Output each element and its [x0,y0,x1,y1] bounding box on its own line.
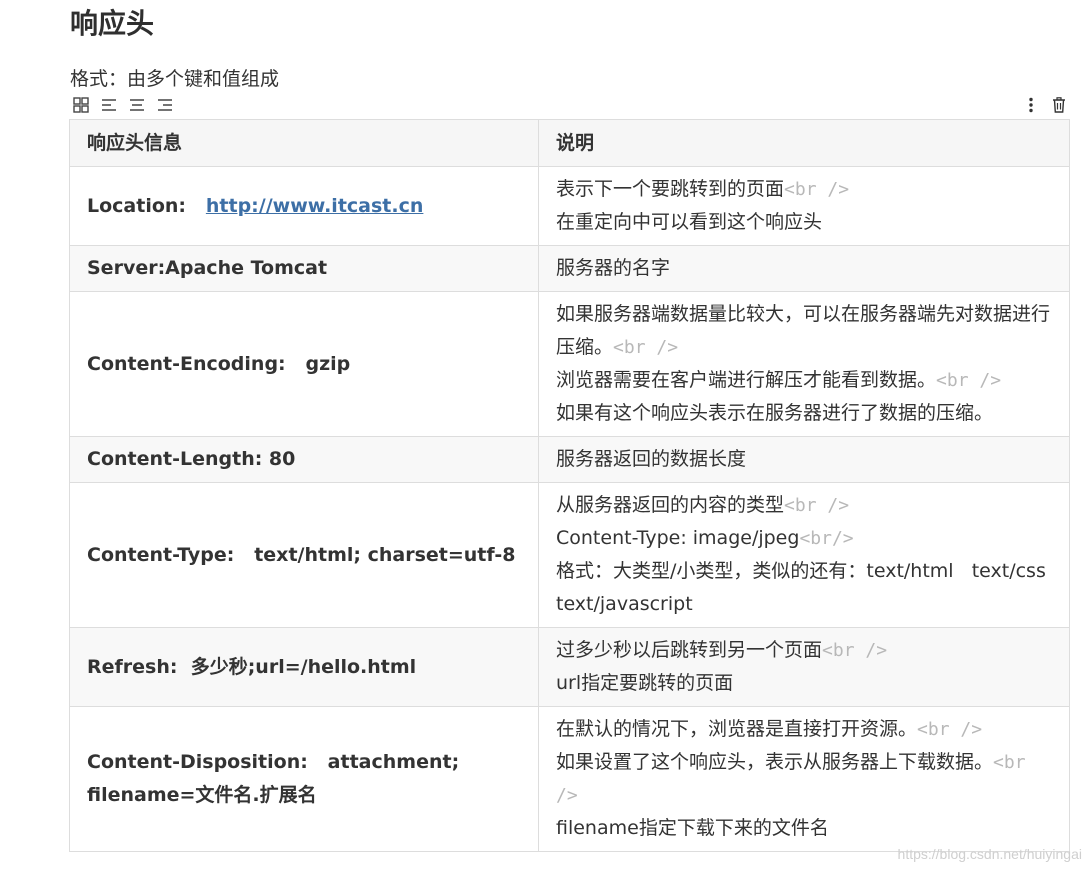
description-text: filename指定下载下来的文件名 [556,817,829,839]
description-text: 格式：大类型/小类型，类似的还有：text/html text/css text… [556,560,1052,615]
description-line: Content-Type: image/jpeg<br/> [556,522,1053,555]
header-description-cell: 从服务器返回的内容的类型<br /> Content-Type: image/jp… [538,482,1070,628]
header-name-cell: Content-Disposition: attachment; filenam… [69,706,539,852]
description-text: url指定要跳转的页面 [556,672,734,694]
description-text: 如果有这个响应头表示在服务器进行了数据的压缩。 [556,402,994,424]
description-text: 在默认的情况下，浏览器是直接打开资源。 [556,718,918,740]
description-text: 过多少秒以后跳转到另一个页面 [556,639,823,661]
description-line: 如果服务器端数据量比较大，可以在服务器端先对数据进行压缩。<br /> [556,298,1053,364]
table-row: Content-Type: text/html; charset=utf-8 从服… [69,482,1070,628]
header-name-cell: Content-Length: 80 [69,436,539,483]
description-line: 从服务器返回的内容的类型<br /> [556,489,1053,522]
response-headers-table: 响应头信息 说明 Location: http://www.itcast.cn 表… [69,119,1070,852]
header-value-link[interactable]: http://www.itcast.cn [206,195,424,217]
header-name-text: Refresh: 多少秒;url=/hello.html [87,655,417,678]
header-description-cell: 服务器返回的数据长度 [538,436,1070,483]
table-row: Content-Length: 80 服务器返回的数据长度 [69,436,1070,483]
br-tag-text: <br /> [917,719,983,740]
header-description-cell: 过多少秒以后跳转到另一个页面<br /> url指定要跳转的页面 [538,627,1070,707]
header-name-cell: Content-Encoding: gzip [69,291,539,437]
table-row: Location: http://www.itcast.cn 表示下一个要跳转到的… [69,166,1070,246]
trash-icon[interactable] [1048,94,1070,116]
column-header-description: 说明 [538,119,1070,167]
description-line: 服务器的名字 [556,252,1053,285]
description-line: 格式：大类型/小类型，类似的还有：text/html text/css text… [556,555,1053,621]
header-name-cell: Refresh: 多少秒;url=/hello.html [69,627,539,707]
header-description-cell: 如果服务器端数据量比较大，可以在服务器端先对数据进行压缩。<br /> 浏览器需要… [538,291,1070,437]
br-tag-text: <br /> [784,495,850,516]
br-tag-text: <br /> [936,370,1002,391]
more-vertical-icon[interactable] [1020,94,1042,116]
header-description-cell: 在默认的情况下，浏览器是直接打开资源。<br /> 如果设置了这个响应头，表示从服… [538,706,1070,852]
header-name-text: Content-Length: 80 [87,448,296,470]
header-name-text: Content-Disposition: attachment; filenam… [87,751,466,806]
description-line: 表示下一个要跳转到的页面<br /> [556,173,1053,206]
header-name-cell: Server:Apache Tomcat [69,245,539,292]
header-name-cell: Content-Type: text/html; charset=utf-8 [69,482,539,628]
br-tag-text: <br/> [799,528,854,549]
description-text: 表示下一个要跳转到的页面 [556,178,785,200]
format-description: 格式：由多个键和值组成 [70,68,280,90]
description-line: url指定要跳转的页面 [556,667,1053,700]
description-text: Content-Type: image/jpeg [556,527,800,549]
description-text: 服务器返回的数据长度 [556,448,747,470]
description-text: 如果设置了这个响应头，表示从服务器上下载数据。 [556,751,994,773]
align-left-icon[interactable] [98,94,120,116]
description-line: 浏览器需要在客户端进行解压才能看到数据。<br /> [556,364,1053,397]
watermark: https://blog.csdn.net/huiyingai [897,846,1082,862]
description-text: 浏览器需要在客户端进行解压才能看到数据。 [556,369,937,391]
table-row: Content-Encoding: gzip 如果服务器端数据量比较大，可以在服务… [69,291,1070,437]
table-row: Content-Disposition: attachment; filenam… [69,706,1070,852]
header-description-cell: 表示下一个要跳转到的页面<br /> 在重定向中可以看到这个响应头 [538,166,1070,246]
table-header-row: 响应头信息 说明 [69,119,1070,167]
description-line: 如果设置了这个响应头，表示从服务器上下载数据。<br /> [556,746,1053,812]
grid-icon[interactable] [70,94,92,116]
header-name-cell: Location: http://www.itcast.cn [69,166,539,246]
header-name-text: Content-Encoding: gzip [87,352,351,375]
header-name-text: Location: [87,194,206,217]
align-center-icon[interactable] [126,94,148,116]
description-line: 如果有这个响应头表示在服务器进行了数据的压缩。 [556,397,1053,430]
br-tag-text: <br /> [613,337,679,358]
br-tag-text: <br /> [784,179,850,200]
header-name-text: Server:Apache Tomcat [87,257,328,279]
table-row: Server:Apache Tomcat 服务器的名字 [69,245,1070,292]
table-body: Location: http://www.itcast.cn 表示下一个要跳转到的… [69,166,1070,852]
description-line: 在默认的情况下，浏览器是直接打开资源。<br /> [556,713,1053,746]
description-text: 在重定向中可以看到这个响应头 [556,211,823,233]
table-row: Refresh: 多少秒;url=/hello.html 过多少秒以后跳转到另一个… [69,627,1070,707]
column-header-name: 响应头信息 [69,119,539,167]
description-line: 过多少秒以后跳转到另一个页面<br /> [556,634,1053,667]
description-text: 从服务器返回的内容的类型 [556,494,785,516]
header-description-cell: 服务器的名字 [538,245,1070,292]
page-title: 响应头 [70,7,155,40]
header-name-text: Content-Type: text/html; charset=utf-8 [87,543,516,566]
br-tag-text: <br /> [822,640,888,661]
table-toolbar [70,94,1070,116]
align-right-icon[interactable] [154,94,176,116]
description-text: 服务器的名字 [556,257,671,279]
description-line: filename指定下载下来的文件名 [556,812,1053,845]
description-line: 服务器返回的数据长度 [556,443,1053,476]
description-line: 在重定向中可以看到这个响应头 [556,206,1053,239]
